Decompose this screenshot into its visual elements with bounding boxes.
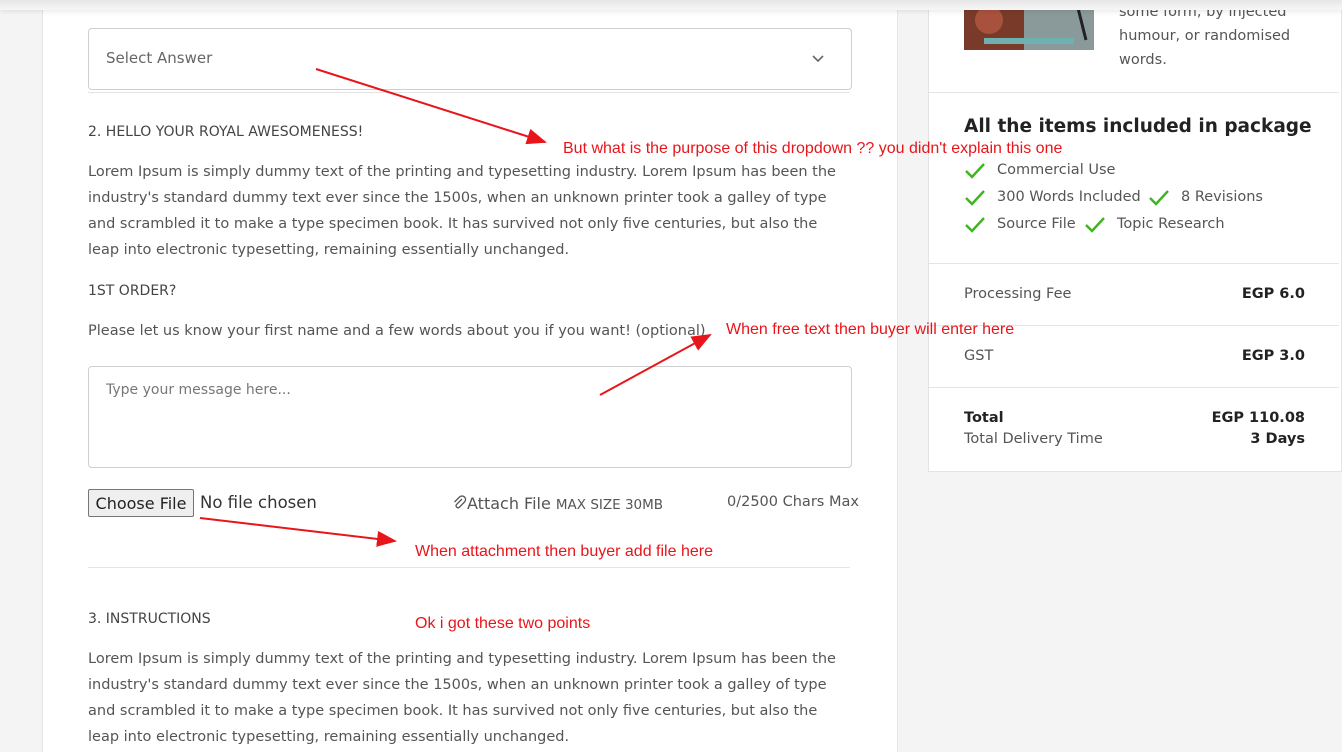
divider [88, 567, 850, 568]
package-item: 300 Words Included [997, 189, 1141, 205]
section-heading: 2. HELLO YOUR ROYAL AWESOMENESS! [88, 124, 364, 140]
top-shadow [0, 0, 1342, 10]
fee-label: Processing Fee [964, 286, 1072, 302]
sub-heading: 1ST ORDER? [88, 283, 177, 299]
divider [929, 263, 1339, 264]
attach-file-label: Attach File [467, 494, 551, 513]
section-heading: 3. INSTRUCTIONS [88, 611, 211, 627]
annotation-attach: When attachment then buyer add file here [415, 543, 713, 560]
check-icon [965, 190, 985, 206]
chevron-down-icon[interactable] [810, 50, 826, 66]
section-paragraph: Lorem Ipsum is simply dummy text of the … [88, 651, 836, 745]
attach-file-link[interactable]: Attach File MAX SIZE 30MB [452, 494, 663, 513]
package-item: Topic Research [1117, 216, 1225, 232]
delivery-value: 3 Days [1250, 431, 1305, 447]
divider [929, 387, 1339, 388]
fee-value: EGP 6.0 [1241, 286, 1305, 302]
answer-dropdown-placeholder: Select Answer [106, 49, 213, 67]
choose-file-button[interactable]: Choose File [88, 489, 194, 517]
section-paragraph: Lorem Ipsum is simply dummy text of the … [88, 164, 836, 258]
check-icon [965, 217, 985, 233]
annotation-ok: Ok i got these two points [415, 615, 591, 632]
package-item: Commercial Use [997, 162, 1116, 178]
total-label: Total [964, 410, 1004, 426]
package-title: All the items included in package [964, 116, 1312, 137]
char-counter: 0/2500 Chars Max [727, 494, 859, 510]
annotation-dropdown: But what is the purpose of this dropdown… [563, 140, 1063, 157]
delivery-label: Total Delivery Time [964, 431, 1103, 447]
check-icon [1085, 217, 1105, 233]
total-value: EGP 110.08 [1211, 410, 1305, 426]
paperclip-icon [454, 495, 467, 509]
package-item: 8 Revisions [1181, 189, 1263, 205]
divider [929, 92, 1339, 93]
check-icon [965, 163, 985, 179]
divider [88, 92, 850, 93]
package-item: Source File [997, 216, 1076, 232]
file-status: No file chosen [200, 493, 317, 512]
attach-max-size: MAX SIZE 30MB [555, 497, 664, 513]
message-placeholder: Type your message here... [106, 382, 291, 398]
check-icon [1149, 190, 1169, 206]
annotation-text: When free text then buyer will enter her… [726, 321, 1015, 338]
fee-label: GST [964, 348, 994, 364]
gig-description-tail: some form, by injected humour, or random… [1119, 4, 1291, 68]
fee-value: EGP 3.0 [1241, 348, 1305, 364]
